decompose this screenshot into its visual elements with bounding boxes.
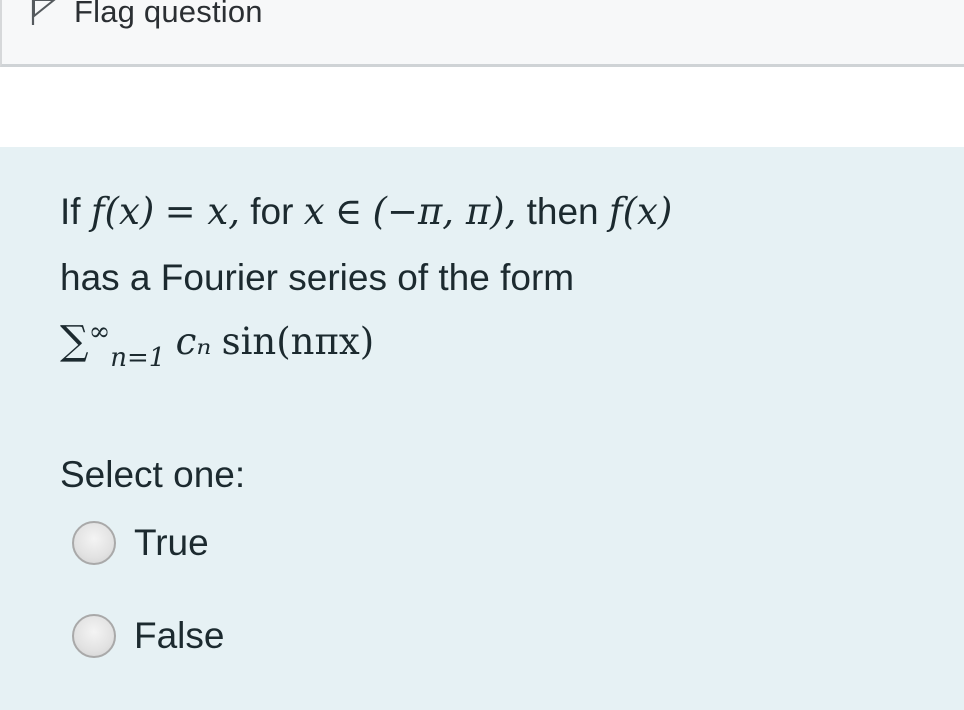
math-eq-x: = x,: [164, 190, 240, 233]
option-false-label[interactable]: False: [134, 615, 224, 657]
math-sin: sin(nπx): [221, 320, 375, 363]
math-cn: cₙ: [175, 320, 212, 363]
flag-icon: [31, 0, 56, 25]
question-text-line-1: If f(x) = x, for x ∈ (−π, π), then f(x): [60, 190, 672, 233]
math-element-of: ∈: [334, 190, 363, 233]
question-word-for: for: [250, 191, 294, 232]
select-one-label: Select one:: [60, 454, 246, 495]
question-info-box: Flag question: [0, 0, 964, 67]
math-fx-2: f(x): [608, 190, 673, 233]
math-sigma: ∑: [60, 318, 89, 364]
option-true[interactable]: True: [72, 521, 209, 565]
flag-question-label: Flag question: [74, 0, 263, 29]
question-text-line-2: has a Fourier series of the form: [60, 257, 575, 298]
flag-question-link[interactable]: Flag question: [30, 0, 263, 32]
question-word-if: If: [60, 191, 81, 232]
radio-true[interactable]: [72, 521, 116, 565]
option-true-label[interactable]: True: [134, 522, 209, 564]
question-formula: ∑∞n=1 cₙ sin(nπx): [60, 317, 375, 373]
math-fx: f(x): [90, 190, 155, 233]
math-interval: (−π, π),: [372, 190, 517, 233]
math-sum-lower: n=1: [110, 343, 166, 373]
question-word-then: then: [526, 191, 599, 232]
math-x: x: [303, 190, 325, 233]
math-sum-upper: ∞: [88, 317, 111, 347]
radio-false[interactable]: [72, 614, 116, 658]
option-false[interactable]: False: [72, 614, 224, 658]
